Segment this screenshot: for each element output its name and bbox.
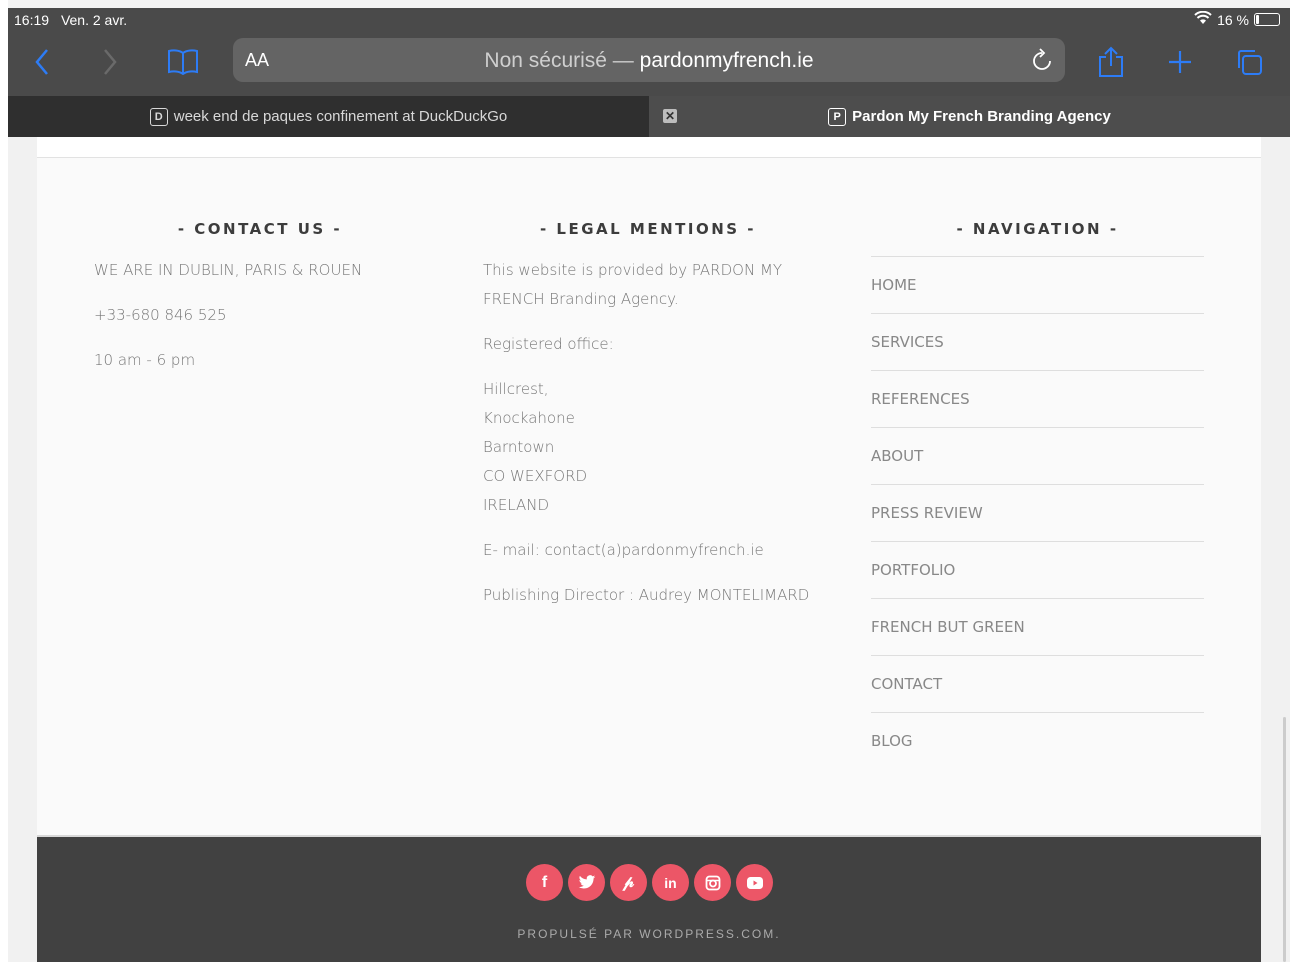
linkedin-icon[interactable]: in: [652, 864, 689, 901]
status-bar: 16:19 Ven. 2 avr. 16 %: [8, 8, 1290, 32]
web-page: - CONTACT US - WE ARE IN DUBLIN, PARIS &…: [8, 137, 1290, 962]
publishing-director: Publishing Director : Audrey MONTELIMARD: [483, 586, 810, 604]
nav-link[interactable]: SERVICES: [871, 333, 944, 351]
nav-item-french-but-green[interactable]: FRENCH BUT GREEN: [871, 598, 1204, 655]
nav-item-contact[interactable]: CONTACT: [871, 655, 1204, 712]
address-line: Knockahone: [483, 409, 575, 427]
nav-item-press-review[interactable]: PRESS REVIEW: [871, 484, 1204, 541]
footer-widgets: - CONTACT US - WE ARE IN DUBLIN, PARIS &…: [37, 158, 1261, 835]
nav-item-about[interactable]: ABOUT: [871, 427, 1204, 484]
page-scrollbar[interactable]: [1283, 717, 1286, 962]
tab-title: week end de paques confinement at DuckDu…: [173, 108, 508, 125]
bookmarks-icon[interactable]: [163, 42, 203, 82]
legal-email: E- mail: contact(a)pardonmyfrench.ie: [483, 541, 764, 559]
tab-favicon: D: [149, 107, 168, 126]
url-security-label: Non sécurisé —: [484, 49, 634, 72]
nav-item-references[interactable]: REFERENCES: [871, 370, 1204, 427]
powered-by-wordpress[interactable]: PROPULSÉ PAR WORDPRESS.COM.: [37, 927, 1261, 941]
social-links: f 𝓅 in: [526, 864, 773, 901]
contact-heading: - CONTACT US -: [177, 220, 343, 238]
registered-office-label: Registered office:: [483, 335, 614, 353]
reload-icon[interactable]: [1031, 48, 1053, 77]
nav-item-home[interactable]: HOME: [871, 256, 1204, 313]
tabs-overview-icon[interactable]: [1229, 42, 1269, 82]
pinterest-icon[interactable]: 𝓅: [610, 864, 647, 901]
contact-phone[interactable]: +33-680 846 525: [94, 306, 227, 324]
legal-text-line: FRENCH Branding Agency.: [483, 290, 679, 308]
status-time: 16:19: [14, 12, 50, 28]
battery-percent: 16 %: [1217, 11, 1249, 28]
forward-icon[interactable]: [90, 42, 130, 82]
legal-text-line: This website is provided by PARDON MY: [483, 261, 783, 279]
nav-item-blog[interactable]: BLOG: [871, 712, 1204, 769]
tab-pardon-my-french[interactable]: ✕ P Pardon My French Branding Agency: [649, 96, 1290, 137]
footer-navigation: HOME SERVICES REFERENCES ABOUT PRESS REV…: [871, 256, 1204, 769]
tab-bar: D week end de paques confinement at Duck…: [8, 96, 1290, 137]
contact-hours: 10 am - 6 pm: [94, 351, 196, 369]
youtube-icon[interactable]: [736, 864, 773, 901]
status-date: Ven. 2 avr.: [60, 12, 128, 28]
share-icon[interactable]: [1091, 42, 1131, 82]
address-line: CO WEXFORD: [483, 467, 588, 485]
instagram-icon[interactable]: [694, 864, 731, 901]
nav-link[interactable]: ABOUT: [871, 447, 923, 465]
legal-heading: - LEGAL MENTIONS -: [539, 220, 757, 238]
address-bar[interactable]: AA Non sécurisé — pardonmyfrench.ie: [233, 38, 1065, 82]
nav-item-services[interactable]: SERVICES: [871, 313, 1204, 370]
browser-toolbar: AA Non sécurisé — pardonmyfrench.ie: [8, 32, 1290, 96]
nav-link[interactable]: FRENCH BUT GREEN: [871, 618, 1025, 636]
nav-link[interactable]: HOME: [871, 276, 917, 294]
back-icon[interactable]: [22, 42, 62, 82]
nav-link[interactable]: PRESS REVIEW: [871, 504, 983, 522]
nav-link[interactable]: REFERENCES: [871, 390, 970, 408]
twitter-icon[interactable]: [568, 864, 605, 901]
contact-location: WE ARE IN DUBLIN, PARIS & ROUEN: [94, 261, 363, 279]
new-tab-icon[interactable]: [1160, 42, 1200, 82]
tab-favicon: P: [828, 107, 847, 126]
nav-item-portfolio[interactable]: PORTFOLIO: [871, 541, 1204, 598]
tab-duckduckgo[interactable]: D week end de paques confinement at Duck…: [8, 96, 649, 137]
nav-link[interactable]: CONTACT: [871, 675, 942, 693]
screen-edge: [0, 0, 8, 962]
address-line: Barntown: [483, 438, 555, 456]
battery-icon: [1254, 13, 1280, 26]
tab-title: Pardon My French Branding Agency: [852, 108, 1111, 125]
wifi-icon: [1194, 10, 1212, 28]
screen: 16:19 Ven. 2 avr. 16 % AA Non sécurisé —…: [0, 0, 1290, 962]
nav-link[interactable]: PORTFOLIO: [871, 561, 955, 579]
address-line: IRELAND: [483, 496, 550, 514]
close-tab-icon[interactable]: ✕: [663, 109, 677, 123]
navigation-heading: - NAVIGATION -: [956, 220, 1119, 238]
content-bottom-edge: [37, 137, 1261, 158]
url-display[interactable]: Non sécurisé — pardonmyfrench.ie: [233, 49, 1065, 73]
url-domain: pardonmyfrench.ie: [639, 49, 814, 72]
site-footer: f 𝓅 in PROPULSÉ PAR WORDPRESS.COM.: [37, 835, 1261, 962]
facebook-icon[interactable]: f: [526, 864, 563, 901]
address-line: Hillcrest,: [483, 380, 549, 398]
nav-link[interactable]: BLOG: [871, 732, 913, 750]
